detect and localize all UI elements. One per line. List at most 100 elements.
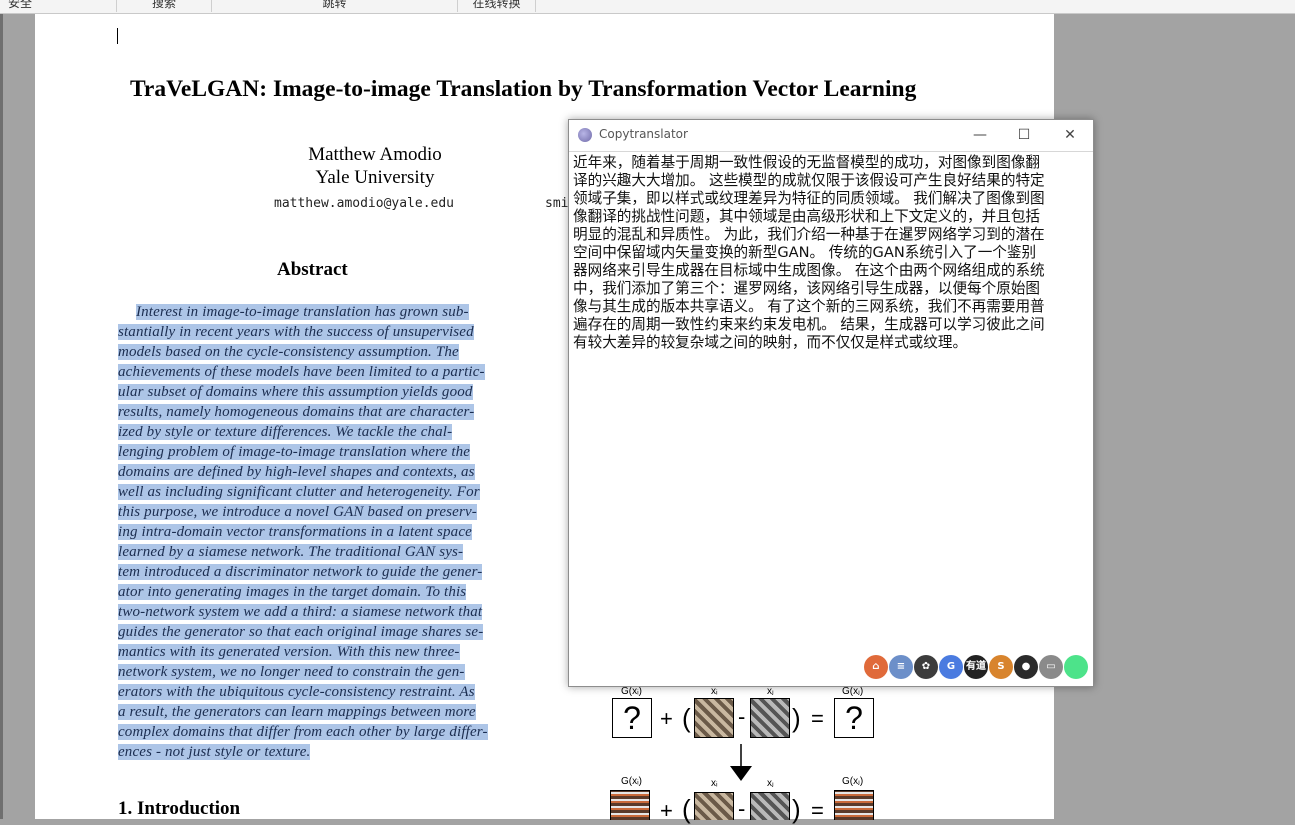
sogou-icon[interactable]: S — [989, 655, 1013, 679]
abstract-line-text: mantics with its generated version. With… — [118, 644, 460, 660]
chat-icon[interactable]: ▭ — [1039, 655, 1063, 679]
abstract-line-text: ator into generating images in the targe… — [118, 584, 467, 600]
plus-sign: + — [660, 706, 673, 731]
copytranslator-window[interactable]: Copytranslator — ☐ ✕ 近年来，随着基于周期一致性假设的无监督… — [568, 119, 1094, 687]
abstract-line: ing intra-domain vector transformations … — [118, 522, 511, 542]
abstract-line-text: domains are defined by high-level shapes… — [118, 464, 475, 480]
author-email: matthew.amodio@yale.edu — [274, 196, 455, 211]
status-dot-icon[interactable] — [1064, 655, 1088, 679]
window-titlebar[interactable]: Copytranslator — ☐ ✕ — [569, 120, 1093, 152]
abstract-line-text: ing intra-domain vector transformations … — [118, 524, 472, 540]
abstract-line-text: achievements of these models have been l… — [118, 364, 485, 380]
open-paren-2: ( — [682, 794, 691, 824]
second-author-email: smi — [545, 196, 569, 211]
baidu-icon[interactable]: ✿ — [914, 655, 938, 679]
abstract-line: domains are defined by high-level shapes… — [118, 462, 511, 482]
abstract-line: ized by style or texture differences. We… — [118, 422, 511, 442]
abstract-line: Interest in image-to-image translation h… — [118, 302, 511, 322]
equals-sign-2: = — [811, 798, 824, 823]
text-caret — [117, 28, 118, 44]
abstract-line: network system, we no longer need to con… — [118, 662, 511, 682]
label-xi: xᵢ — [711, 686, 718, 697]
generated-image-gxj — [834, 790, 874, 820]
translation-line: 明显的混乱和异质性。 为此，我们介绍一种基于在暹罗网络学习到的潜在 — [573, 226, 1045, 243]
toolbar-item-convert[interactable]: 在线转换 — [458, 0, 536, 12]
copytranslator-app-icon — [578, 128, 592, 142]
image-xi-2 — [694, 792, 734, 820]
abstract-line-text: well as including significant clutter an… — [118, 484, 480, 500]
translation-line: 空间中保留域内矢量变换的新型GAN。 传统的GAN系统引入了一个鉴别 — [573, 244, 1037, 261]
abstract-line: lenging problem of image-to-image transl… — [118, 442, 511, 462]
translation-line: 有较大差异的较复杂域之间的映射，而不仅仅是样式或纹理。 — [573, 334, 968, 351]
abstract-line: this purpose, we introduce a novel GAN b… — [118, 502, 511, 522]
abstract-line-text: guides the generator so that each origin… — [118, 624, 484, 640]
abstract-line: complex domains that differ from each ot… — [118, 722, 511, 742]
toolbar-item-search[interactable]: 搜索 — [116, 0, 212, 12]
label-g-xi: G(xᵢ) — [621, 686, 643, 697]
abstract-line: learned by a siamese network. The tradit… — [118, 542, 511, 562]
minimize-button[interactable]: — — [968, 124, 992, 146]
abstract-line-text: complex domains that differ from each ot… — [118, 724, 488, 740]
doc-icon[interactable]: ≡ — [889, 655, 913, 679]
translation-line: 像翻译的挑战性问题，其中领域是由高级形状和上下文定义的，并且包括 — [573, 208, 1041, 225]
viewer-left-edge — [0, 14, 3, 819]
abstract-line-text: models based on the cycle-consistency as… — [118, 344, 459, 360]
translation-line: 领域子集，即以样式或纹理差异为特征的同质领域。 我们解决了图像到图 — [573, 190, 1045, 207]
abstract-line: ences - not just style or texture. — [118, 742, 511, 762]
abstract-body[interactable]: Interest in image-to-image translation h… — [118, 302, 511, 762]
tencent-icon[interactable]: ● — [1014, 655, 1038, 679]
label-g-xi-2: G(xᵢ) — [621, 776, 643, 787]
introduction-heading: 1. Introduction — [118, 798, 241, 819]
abstract-line: mantics with its generated version. With… — [118, 642, 511, 662]
label-xi-2: xᵢ — [711, 778, 718, 789]
window-title: Copytranslator — [599, 127, 688, 141]
abstract-line: achievements of these models have been l… — [118, 362, 511, 382]
plus-sign-2: + — [660, 798, 673, 823]
abstract-line: well as including significant clutter an… — [118, 482, 511, 502]
abstract-line: erators with the ubiquitous cycle-consis… — [118, 682, 511, 702]
google-icon[interactable]: G — [939, 655, 963, 679]
close-button[interactable]: ✕ — [1058, 124, 1082, 146]
abstract-heading: Abstract — [277, 259, 348, 280]
abstract-line-text: tem introduced a discriminator network t… — [118, 564, 483, 580]
abstract-line-text: results, namely homogeneous domains that… — [118, 404, 475, 420]
abstract-line-text: learned by a siamese network. The tradit… — [118, 544, 464, 560]
label-xj-2: xⱼ — [767, 778, 774, 789]
close-paren: ) — [792, 703, 801, 733]
engine-toolbar: ⌂ ≡ ✿ G 有道 S ● ▭ — [864, 655, 1089, 681]
abstract-line: tem introduced a discriminator network t… — [118, 562, 511, 582]
translation-line: 译的兴趣大大增加。 这些模型的成就仅限于该假设可产生良好结果的特定 — [573, 172, 1045, 189]
image-xi — [694, 698, 734, 738]
abstract-line-text: this purpose, we introduce a novel GAN b… — [118, 504, 477, 520]
abstract-line-text: network system, we no longer need to con… — [118, 664, 465, 680]
paper-title: TraVeLGAN: Image-to-image Translation by… — [130, 76, 917, 102]
minus-sign: - — [738, 704, 746, 729]
label-xj: xⱼ — [767, 686, 774, 697]
abstract-line-text: Interest in image-to-image translation h… — [136, 304, 469, 320]
unknown-image-box-2: ? — [834, 698, 874, 738]
label-g-xj: G(xⱼ) — [842, 686, 864, 697]
top-toolbar: 安全 搜索 跳转 在线转换 — [0, 0, 1295, 14]
abstract-line: two-network system we add a third: a sia… — [118, 602, 511, 622]
maximize-button[interactable]: ☐ — [1012, 124, 1036, 146]
abstract-line: a result, the generators can learn mappi… — [118, 702, 511, 722]
translation-line: 近年来，随着基于周期一致性假设的无监督模型的成功，对图像到图像翻 — [573, 154, 1041, 171]
equals-sign: = — [811, 706, 824, 731]
minus-sign-2: - — [738, 796, 746, 821]
label-g-xj-2: G(xⱼ) — [842, 776, 864, 787]
translation-line: 器网络来引导生成器在目标域中生成图像。 在这个由两个网络组成的系统 — [573, 262, 1045, 279]
translation-line: 像与其生成的版本共享语义。 有了这个新的三网系统，我们不再需要用普 — [573, 298, 1045, 315]
open-paren: ( — [682, 703, 691, 733]
translation-output[interactable]: 近年来，随着基于周期一致性假设的无监督模型的成功，对图像到图像翻 译的兴趣大大增加… — [573, 154, 1089, 352]
translation-line: 遍存在的周期一致性约束来约束发电机。 结果，生成器可以学习彼此之间 — [573, 316, 1045, 333]
youdao-icon[interactable]: 有道 — [964, 655, 988, 679]
image-xj-2 — [750, 792, 790, 820]
translation-line: 中，我们添加了第三个：暹罗网络，该网络引导生成器，以便每个原始图 — [573, 280, 1041, 297]
image-xj — [750, 698, 790, 738]
author-affiliation: Yale University — [315, 167, 435, 188]
abstract-line: results, namely homogeneous domains that… — [118, 402, 511, 422]
toolbar-item-goto[interactable]: 跳转 — [212, 0, 458, 12]
toolbar-item-security[interactable]: 安全 — [0, 0, 40, 12]
home-icon[interactable]: ⌂ — [864, 655, 888, 679]
abstract-line-text: ences - not just style or texture. — [118, 744, 311, 760]
